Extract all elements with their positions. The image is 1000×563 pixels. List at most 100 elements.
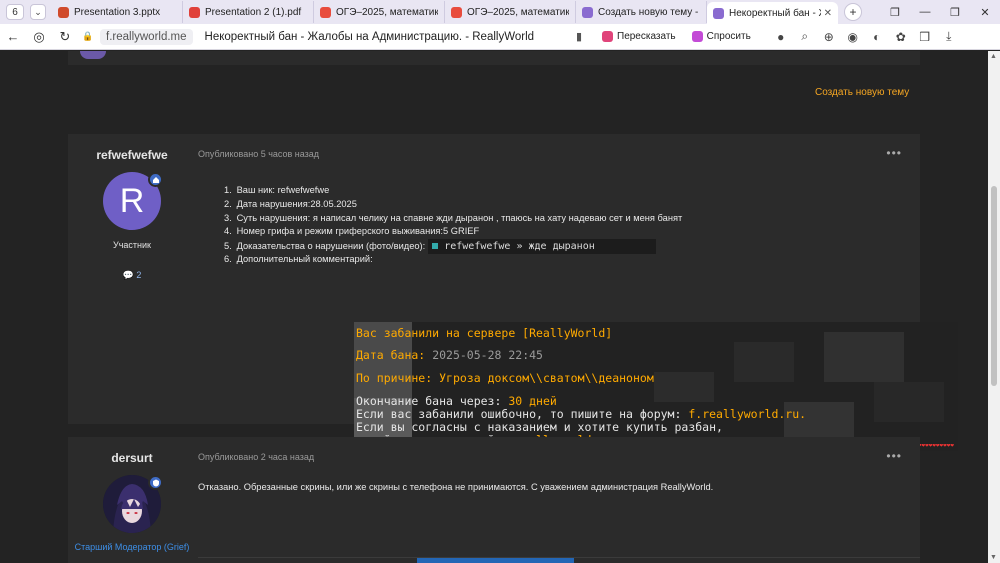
tab-title: Presentation 2 (1).pdf	[205, 6, 302, 18]
list-item-text: Номер грифа и режим гриферского выживани…	[236, 226, 480, 237]
tab-title: Presentation 3.pptx	[74, 6, 161, 18]
browser-tab[interactable]: Некоректный бан - Жал✕	[707, 2, 838, 24]
list-item-text: Дата нарушения:28.05.2025	[236, 198, 357, 209]
post-author: dersurt Старший Модератор (Grief)	[68, 437, 196, 553]
list-item: 5. Доказательства о нарушении (фото/виде…	[224, 239, 682, 255]
color-extension-icon[interactable]: ◉	[841, 30, 865, 44]
bookmarks-icon[interactable]: ❐	[880, 6, 910, 19]
profile-icon[interactable]: ◎	[26, 29, 52, 45]
tab-favicon-icon	[58, 6, 69, 18]
chevron-down-icon[interactable]: ⌄	[30, 4, 46, 20]
tab-title: ОГЭ–2025, математика: з	[336, 6, 438, 18]
extensions-bar: ● ⌕ ⊕ ◉ ◐ ✿ ❒ ⤓	[769, 29, 961, 44]
list-item: 3. Суть нарушения: я написал челику на с…	[224, 212, 683, 223]
list-item: 4. Номер грифа и режим гриферского выжив…	[224, 226, 480, 237]
create-topic-link[interactable]: Создать новую тему	[815, 87, 909, 98]
ban-duration-label: Окончание бана через:	[356, 394, 502, 408]
url-field[interactable]: 🔒 f.reallyworld.me Некоректный бан - Жал…	[82, 27, 582, 47]
back-icon[interactable]: ←	[0, 29, 26, 44]
more-options-icon[interactable]: •••	[886, 146, 902, 160]
tab-close-icon[interactable]: ✕	[824, 8, 832, 19]
post-date[interactable]: Опубликовано 2 часа назад	[198, 452, 314, 462]
palette-icon[interactable]: ✿	[889, 30, 913, 44]
ask-icon	[691, 31, 703, 42]
browser-tab[interactable]: ОГЭ–2025, математика: з	[314, 1, 445, 23]
browser-tab[interactable]: Создать новую тему - Rea	[576, 1, 707, 23]
ban-line-duration: Окончание бана через: 30 дней	[356, 394, 557, 408]
new-tab-button[interactable]: +	[844, 3, 862, 21]
post-author: refwefwefwe R Участник 💬 2	[68, 134, 196, 281]
ban-date-value: 2025-05-28 22:45	[432, 348, 543, 362]
ban-forum-value: f.reallyworld.ru.	[688, 407, 807, 421]
scroll-down-icon[interactable]: ▼	[990, 554, 997, 561]
post-count[interactable]: 💬 2	[68, 270, 196, 281]
tab-favicon-icon	[320, 6, 331, 18]
forum-post: refwefwefwe R Участник 💬 2 Опубликовано …	[68, 134, 958, 451]
author-name[interactable]: refwefwefwe	[68, 148, 196, 162]
retell-button[interactable]: Пересказать	[594, 29, 684, 44]
browser-tab-bar: 6 ⌄ Presentation 3.pptx Presentation 2 (1…	[0, 0, 1000, 24]
previous-avatar-remnant	[80, 51, 106, 59]
collections-icon[interactable]: ❒	[913, 30, 937, 44]
restore-icon[interactable]: ❐	[940, 6, 970, 19]
ask-button[interactable]: Спросить	[684, 29, 759, 44]
ban-screenshot[interactable]: Вас забанили на сервере [ReallyWorld] Да…	[354, 322, 958, 451]
page-scrollbar[interactable]: ▲ ▼	[988, 51, 1000, 563]
complaint-list: 1. Ваш ник: refwefwefwe 2. Дата нарушени…	[224, 184, 682, 267]
author-role: Участник	[113, 240, 151, 250]
url-page-title[interactable]: Некоректный бан - Жалобы на Администраци…	[205, 31, 535, 43]
url-domain[interactable]: f.reallyworld.me	[100, 28, 193, 45]
reload-icon[interactable]: ↻	[52, 29, 78, 45]
address-bar: ← ◎ ↻ 🔒 f.reallyworld.me Некоректный бан…	[0, 24, 1000, 50]
address-actions: Пересказать Спросить	[594, 29, 759, 44]
tab-title: ОГЭ–2025, математика: з	[467, 6, 569, 18]
pixel-block	[874, 382, 944, 422]
bookmark-icon[interactable]: ▮	[576, 30, 582, 43]
list-item: 2. Дата нарушения:28.05.2025	[224, 198, 357, 209]
browser-tab[interactable]: ОГЭ–2025, математика: з	[445, 1, 576, 23]
ban-line-unban: Если вы согласны с наказанием и хотите к…	[356, 420, 723, 434]
ban-line-reason: По причине: Угроза доксом\\сватом\\деано…	[356, 371, 654, 385]
tab-favicon-icon	[582, 6, 593, 18]
avatar[interactable]	[103, 475, 163, 533]
author-role: Старший Модератор (Grief)	[74, 542, 190, 552]
ban-forum-label: Если вас забанили ошибочно, то пишите на…	[356, 407, 682, 421]
chat-screenshot[interactable]: refwefwefwe » жде дыранон	[428, 239, 657, 255]
tab-favicon-icon	[189, 6, 200, 18]
tab-favicon-icon	[713, 7, 724, 19]
cookie-extension-icon[interactable]: ●	[769, 30, 793, 44]
avatar[interactable]: R	[103, 172, 163, 230]
discord-icon[interactable]: ◐	[865, 30, 889, 44]
tab-favicon-icon	[451, 6, 462, 18]
globe-icon[interactable]: ⊕	[817, 30, 841, 44]
tab-title: Некоректный бан - Жал	[729, 7, 821, 19]
ban-date-label: Дата бана:	[356, 348, 426, 362]
search-icon[interactable]: ⌕	[793, 29, 817, 44]
chat-screenshot-text: refwefwefwe » жде дыранон	[444, 241, 595, 253]
comment-icon: 💬	[122, 270, 134, 280]
browser-tab[interactable]: Presentation 3.pptx	[52, 1, 183, 23]
ban-duration-value: 30 дней	[508, 394, 557, 408]
tab-strip: Presentation 3.pptx Presentation 2 (1).pd…	[52, 0, 838, 24]
forum-post: dersurt Старший Модератор (Grief) Опубли…	[68, 437, 920, 563]
browser-tab[interactable]: Presentation 2 (1).pdf	[183, 1, 314, 23]
ask-label: Спросить	[706, 31, 751, 42]
retell-icon	[602, 31, 613, 42]
scroll-thumb[interactable]	[991, 186, 997, 386]
list-item: 6. Дополнительный комментарий:	[224, 253, 373, 264]
minimize-icon[interactable]: —	[910, 6, 940, 18]
author-name[interactable]: dersurt	[68, 451, 196, 465]
page-content: Создать новую тему refwefwefwe R Участни…	[0, 51, 988, 563]
retell-label: Пересказать	[617, 31, 676, 42]
more-options-icon[interactable]: •••	[886, 449, 902, 463]
tab-counter[interactable]: 6	[6, 4, 24, 20]
close-window-icon[interactable]: ✕	[970, 6, 1000, 19]
list-item-text: Ваш ник: refwefwefwe	[236, 185, 330, 195]
moderator-badge-icon	[148, 475, 163, 490]
download-icon[interactable]: ⤓	[937, 29, 961, 44]
list-item-text: Дополнительный комментарий:	[236, 253, 373, 264]
scroll-up-icon[interactable]: ▲	[990, 53, 997, 60]
post-date[interactable]: Опубликовано 5 часов назад	[198, 149, 319, 159]
lock-icon[interactable]: 🔒	[82, 31, 94, 43]
list-item-text: Доказательства о нарушении (фото/видео):	[236, 241, 426, 252]
